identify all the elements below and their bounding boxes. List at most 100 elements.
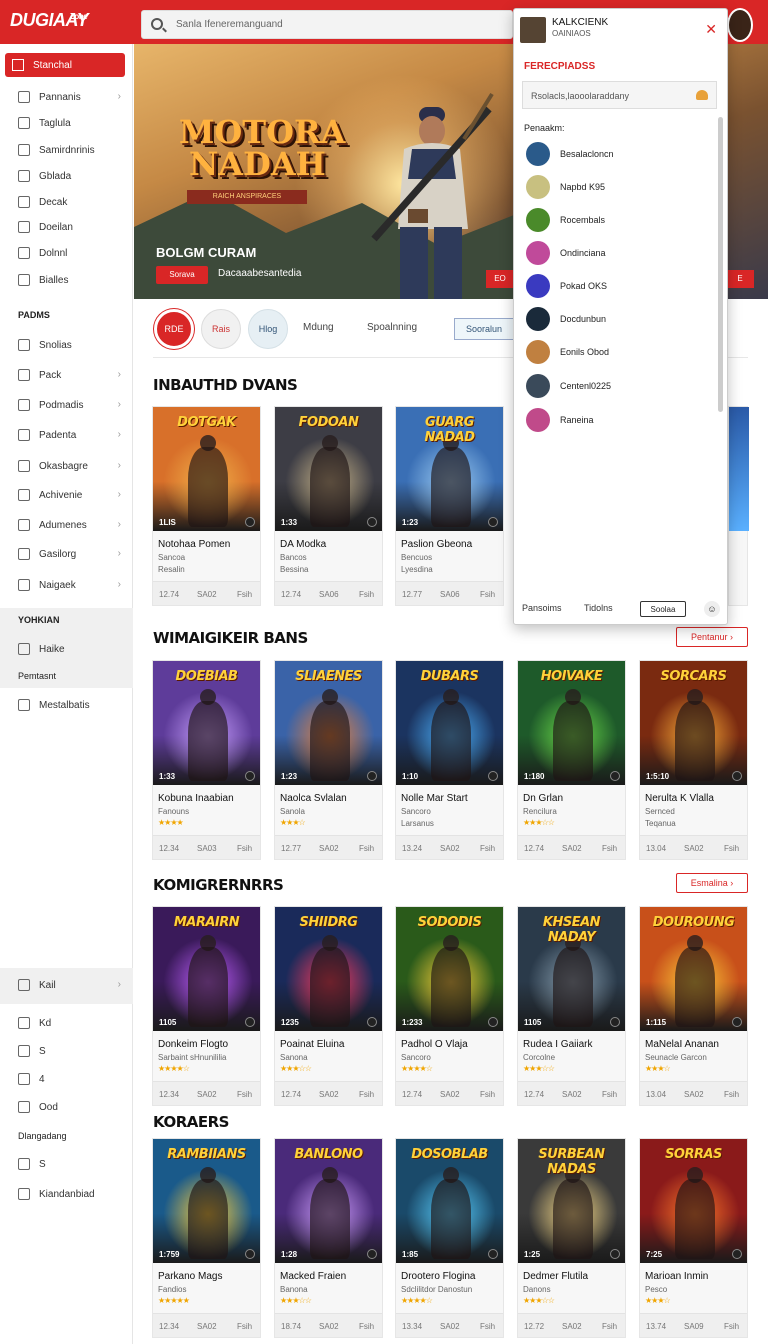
card-meta-action[interactable]: Fsih (724, 844, 739, 853)
game-card[interactable]: DOUROUNG 1:115 MaNelaI Ananan Seunacle Garc… (639, 906, 748, 1106)
card-subtitle: Sancoa (158, 553, 186, 562)
game-card[interactable]: SURBEAN NADAS 1:25 Dedmer Flutila Danons ★★★… (517, 1138, 626, 1338)
profile-row[interactable]: Eonils Obod (526, 339, 706, 365)
card-meta-action[interactable]: Fsih (480, 590, 495, 599)
hero-far-right-button[interactable]: E (726, 270, 754, 288)
sidebar-item[interactable]: Adumenes › (0, 512, 133, 538)
game-card[interactable]: FODOAN 1:33 DA Modka Bancos Bessina 12.74 SA06… (274, 406, 383, 606)
profile-row[interactable]: Pokad OKS (526, 273, 706, 299)
card-meta-action[interactable]: Fsih (602, 1090, 617, 1099)
sidebar-item[interactable]: 4 (0, 1066, 133, 1092)
game-card[interactable]: SHIIDRG 1235 Poainat Eluina Sanona ★★★☆☆ 12.7… (274, 906, 383, 1106)
popup-search-input[interactable]: Rsolacls,laooolaraddany (522, 81, 717, 109)
popup-action-button[interactable]: Soolaa (640, 601, 686, 617)
game-card[interactable]: DOEBIAB 1:33 Kobuna Inaabian Fanouns ★★★★ 12.… (152, 660, 261, 860)
game-card[interactable]: DOSOBLAB 1:85 Drootero Flogina Sdclilitdor … (395, 1138, 504, 1338)
card-meta-action[interactable]: Fsih (237, 1090, 252, 1099)
filter-chip-0[interactable]: RDE (154, 309, 194, 349)
card-meta-action[interactable]: Fsih (724, 1090, 739, 1099)
card-meta-action[interactable]: Fsih (359, 1322, 374, 1331)
card-meta-action[interactable]: Fsih (602, 1322, 617, 1331)
game-card[interactable]: SLIAENES 1:23 Naolca Svlalan Sanola ★★★☆ 12.7… (274, 660, 383, 860)
profile-row[interactable]: Napbd K95 (526, 174, 706, 200)
profile-row[interactable]: Rocembals (526, 207, 706, 233)
hero-right-button[interactable]: EO (486, 270, 514, 288)
card-meta-action[interactable]: Fsih (602, 844, 617, 853)
search-input[interactable]: Sanla Ifeneremanguand (141, 10, 513, 39)
sidebar-item[interactable]: Okasbagre › (0, 453, 133, 479)
popup-footer-link-1[interactable]: Tidolns (584, 603, 613, 613)
section-more-button-1[interactable]: Pentanur › (676, 627, 748, 647)
game-card[interactable]: SODODIS 1:233 Padhol O Vlaja Sancoro ★★★★☆ 12… (395, 906, 504, 1106)
user-icon[interactable]: ☺ (704, 601, 720, 617)
sidebar-subitem[interactable]: Pemtasnt (18, 671, 56, 681)
sidebar-item[interactable]: Decak (0, 189, 133, 215)
popup-footer-link-0[interactable]: Pansoims (522, 603, 562, 613)
close-icon[interactable]: ✕ (705, 21, 717, 38)
sidebar-item[interactable]: Samirdnrinis (0, 137, 133, 163)
section-more-button-2[interactable]: Esmalina › (676, 873, 748, 893)
sidebar-item[interactable]: Padenta › (0, 422, 133, 448)
card-meta-action[interactable]: Fsih (237, 844, 252, 853)
filter-chip-2[interactable]: Hlog (248, 309, 288, 349)
card-meta-action[interactable]: Fsih (480, 1090, 495, 1099)
sidebar-item[interactable]: Achivenie › (0, 482, 133, 508)
sidebar-item[interactable]: Doeilan (0, 214, 133, 240)
profile-row[interactable]: Raneina (526, 407, 706, 433)
game-card[interactable]: RAMBIIANS 1:759 Parkano Mags Fandios ★★★★★ 12… (152, 1138, 261, 1338)
card-meta-action[interactable]: Fsih (724, 1322, 739, 1331)
filter-text-0[interactable]: Mdung (303, 322, 334, 333)
game-card[interactable]: HOIVAKE 1:180 Dn Grlan Rencilura ★★★☆☆ 12.74 S… (517, 660, 626, 860)
brand-logo[interactable]: DUGIAAY Zone (10, 10, 120, 36)
card-meta-code: SA02 (319, 1322, 339, 1331)
popup-scrollbar[interactable] (718, 117, 723, 412)
filter-chip-1[interactable]: Rais (201, 309, 241, 349)
sidebar-item[interactable]: Naigaek › (0, 572, 133, 598)
sidebar-item[interactable]: Pannanis › (0, 84, 133, 110)
game-card[interactable]: DOTGAK 1LIS Notohaa Pomen Sancoa Resalin 12.7… (152, 406, 261, 606)
sidebar-item[interactable]: Dolnnl (0, 240, 133, 266)
card-count: 1105 (524, 1018, 542, 1027)
filter-text-1[interactable]: Spoalnning (367, 322, 417, 333)
sidebar-item[interactable]: Pack › (0, 362, 133, 388)
hero-play-button[interactable]: Sorava (156, 266, 208, 284)
card-meta-action[interactable]: Fsih (359, 590, 374, 599)
sidebar-item[interactable]: Podmadis › (0, 392, 133, 418)
profile-row[interactable]: Ondinciana (526, 240, 706, 266)
profile-row[interactable]: Besalacloncn (526, 141, 706, 167)
sidebar-item[interactable]: Snolias (0, 332, 133, 358)
game-card[interactable]: GUARG NADAD 1:23 Paslion Gbeona Bencuos Lyes… (395, 406, 504, 606)
sidebar-item[interactable]: Kail › (0, 972, 133, 998)
sidebar-item[interactable]: Haike (0, 636, 133, 662)
game-card[interactable]: DUBARS 1:10 Nolle Mar Start Sancoro Larsanus… (395, 660, 504, 860)
sidebar-item[interactable]: S (0, 1151, 133, 1177)
card-meta-action[interactable]: Fsih (359, 844, 374, 853)
game-card[interactable]: SORCARS 1:5:10 Nerulta K Vlalla Sernced Teqa… (639, 660, 748, 860)
profile-row[interactable]: Docdunbun (526, 306, 706, 332)
filter-dropdown[interactable]: Sooralun (454, 318, 514, 340)
sidebar-item[interactable]: S (0, 1038, 133, 1064)
card-meta-action[interactable]: Fsih (480, 1322, 495, 1331)
sidebar-item[interactable]: Gblada (0, 163, 133, 189)
sidebar-item[interactable]: Bialles (0, 267, 133, 293)
sidebar-item[interactable]: Kd (0, 1010, 133, 1036)
profile-row[interactable]: Centenl0225 (526, 373, 706, 399)
card-partial[interactable] (728, 406, 749, 606)
card-meta-action[interactable]: Fsih (359, 1090, 374, 1099)
misc-icon (18, 979, 30, 991)
sidebar-item[interactable]: Ood (0, 1094, 133, 1120)
sidebar-item-active[interactable]: Stanchal (5, 53, 125, 77)
sidebar-item[interactable]: Mestalbatis (0, 692, 133, 718)
card-meta-action[interactable]: Fsih (237, 590, 252, 599)
sidebar-item[interactable]: Kiandanbiad (0, 1181, 133, 1207)
user-avatar[interactable] (727, 8, 753, 42)
card-meta-action[interactable]: Fsih (480, 844, 495, 853)
game-card[interactable]: KHSEAN NADAY 1105 Rudea I Gaiiark Corcolne ★… (517, 906, 626, 1106)
card-count: 1235 (281, 1018, 299, 1027)
game-card[interactable]: MARAIRN 1105 Donkeim Flogto Sarbaint sHnuni… (152, 906, 261, 1106)
sidebar-item[interactable]: Gasilorg › (0, 541, 133, 567)
game-card[interactable]: BANLONO 1:28 Macked Fraien Banona ★★★☆☆ 18.74… (274, 1138, 383, 1338)
card-meta-action[interactable]: Fsih (237, 1322, 252, 1331)
sidebar-item[interactable]: Taglula (0, 110, 133, 136)
game-card[interactable]: SORRAS 7:25 Marioan Inmin Pesco ★★★☆ 13.74 SA0… (639, 1138, 748, 1338)
